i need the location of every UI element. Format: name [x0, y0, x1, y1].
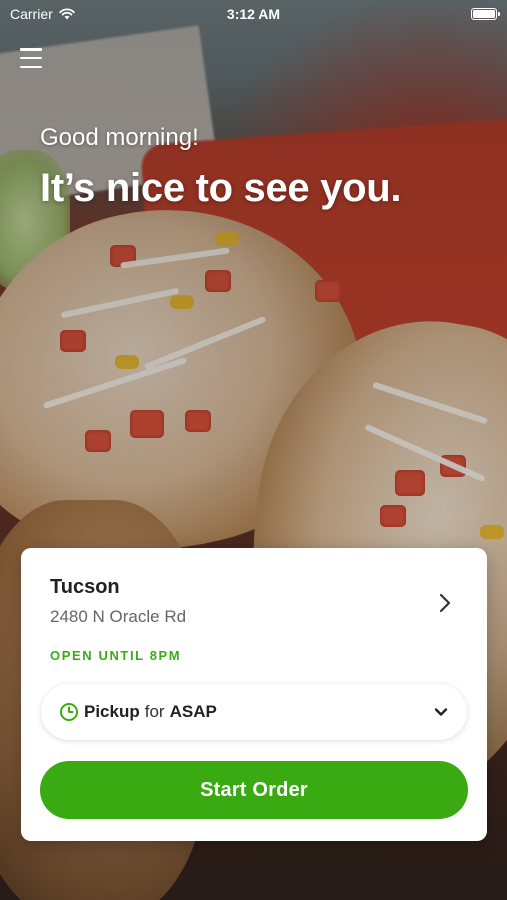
status-right [471, 8, 500, 20]
greeting-text: Good morning! [40, 124, 199, 151]
order-mode-value: Pickup [84, 702, 140, 721]
store-card: Tucson 2480 N Oracle Rd OPEN UNTIL 8PM P… [21, 548, 487, 841]
store-location-selector[interactable]: Tucson 2480 N Oracle Rd [50, 576, 467, 636]
chevron-down-icon [434, 708, 448, 716]
status-time: 3:12 AM [226, 6, 281, 22]
store-hours-status: OPEN UNTIL 8PM [50, 648, 182, 663]
status-bar: Carrier 3:12 AM [0, 0, 507, 28]
order-mode-text: Pickup for ASAP [84, 702, 217, 722]
welcome-headline: It’s nice to see you. [40, 166, 402, 210]
menu-line [20, 48, 42, 51]
battery-icon [471, 8, 500, 20]
store-address: 2480 N Oracle Rd [50, 607, 187, 626]
chevron-right-icon [439, 593, 451, 613]
order-mode-selector[interactable]: Pickup for ASAP [41, 684, 467, 740]
menu-line [20, 56, 42, 60]
start-order-button[interactable]: Start Order [40, 761, 468, 819]
order-time-value: ASAP [169, 702, 217, 721]
clock-icon [60, 703, 78, 721]
store-city: Tucson [50, 576, 120, 598]
battery-level [473, 10, 495, 18]
order-mode-connector: for [144, 702, 165, 721]
menu-icon[interactable] [20, 48, 42, 68]
menu-line [20, 65, 42, 68]
